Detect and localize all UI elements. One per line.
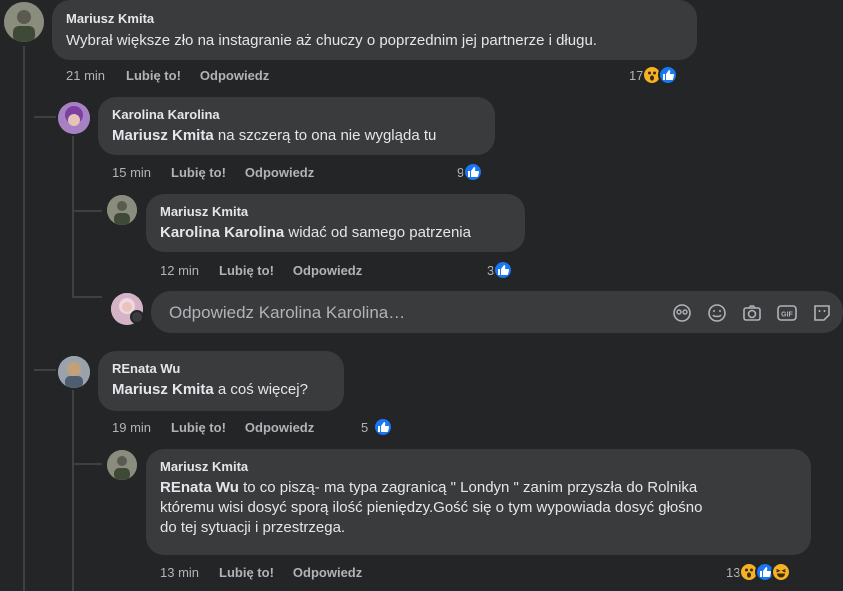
reply-button[interactable]: Odpowiedz — [245, 165, 314, 181]
comment-text: Karolina Karolina widać od samego patrze… — [160, 223, 511, 243]
reaction-summary[interactable]: 3 — [487, 260, 514, 280]
comment-text: REnata Wu to co piszą- ma typa zagranicą… — [160, 478, 797, 498]
thread-branch — [72, 463, 102, 465]
comment-actions: 13 min Lubię to! Odpowiedz — [160, 565, 362, 581]
comment-author[interactable]: REnata Wu — [112, 361, 330, 377]
comment-time[interactable]: 12 min — [160, 263, 199, 279]
avatar[interactable] — [107, 195, 137, 225]
svg-text:GIF: GIF — [781, 312, 793, 319]
like-button[interactable]: Lubię to! — [126, 68, 181, 84]
comment-text-body: na szczerą to ona nie wygląda tu — [213, 127, 437, 144]
thread-line-reply — [72, 390, 74, 591]
reaction-count: 5 — [361, 419, 369, 435]
comment-text-body: a coś więcej? — [213, 381, 308, 398]
mention-link[interactable]: Karolina Karolina — [160, 224, 284, 241]
reply-button[interactable]: Odpowiedz — [200, 68, 269, 84]
thread-branch — [34, 369, 56, 371]
avatar[interactable] — [58, 102, 90, 134]
mention-link[interactable]: Mariusz Kmita — [112, 381, 214, 398]
avatar[interactable] — [58, 356, 90, 388]
comment-bubble: Mariusz Kmita Karolina Karolina widać od… — [146, 194, 525, 252]
comment-actions: 21 min Lubię to! Odpowiedz — [66, 68, 269, 84]
comment-text: Mariusz Kmita a coś więcej? — [112, 380, 330, 400]
reaction-summary[interactable]: 13 — [726, 562, 792, 582]
like-button[interactable]: Lubię to! — [219, 263, 274, 279]
reply-button[interactable]: Odpowiedz — [293, 565, 362, 581]
like-icon — [463, 162, 484, 182]
thread-line-reply — [72, 136, 74, 298]
haha-icon — [771, 562, 792, 582]
reply-input[interactable] — [167, 291, 651, 335]
comment-author[interactable]: Mariusz Kmita — [160, 204, 511, 220]
like-icon — [373, 417, 394, 437]
mention-link[interactable]: Mariusz Kmita — [112, 127, 214, 144]
comment-actions: 15 min Lubię to! Odpowiedz — [112, 165, 314, 181]
comment-bubble: Mariusz Kmita REnata Wu to co piszą- ma … — [146, 449, 811, 555]
gif-icon[interactable]: GIF — [776, 302, 798, 324]
comment-time[interactable]: 21 min — [66, 68, 105, 84]
comment-time[interactable]: 15 min — [112, 165, 151, 181]
camera-icon[interactable] — [741, 302, 763, 324]
mention-link[interactable]: REnata Wu — [160, 479, 239, 496]
reply-button[interactable]: Odpowiedz — [293, 263, 362, 279]
comment-actions: 12 min Lubię to! Odpowiedz — [160, 263, 362, 279]
avatar[interactable] — [4, 2, 44, 42]
like-icon — [658, 65, 679, 85]
like-button[interactable]: Lubię to! — [171, 420, 226, 436]
comment-actions: 19 min Lubię to! Odpowiedz — [112, 420, 314, 436]
avatar-photo-icon — [107, 450, 137, 480]
reaction-count: 13 — [726, 564, 741, 580]
thread-branch — [34, 116, 56, 118]
avatar-photo-icon — [4, 2, 44, 42]
comment-text-line: to co piszą- ma typa zagranicą " Londyn … — [238, 479, 698, 496]
reply-composer: GIF — [151, 291, 843, 335]
reply-button[interactable]: Odpowiedz — [245, 420, 314, 436]
comment-text: Wybrał większe zło na instagranie aż chu… — [66, 32, 597, 49]
comment-bubble: REnata Wu Mariusz Kmita a coś więcej? — [98, 351, 344, 411]
comment-text-body: widać od samego patrzenia — [284, 224, 471, 241]
comment-time[interactable]: 13 min — [160, 565, 199, 581]
thread-branch — [72, 210, 102, 212]
comment-text-line: do tej sytuacji i przestrzega. — [160, 519, 346, 536]
comment-text-line: któremu wisi dosyć sporą ilość pieniędzy… — [160, 499, 703, 516]
comment-text: Mariusz Kmita na szczerą to ona nie wygl… — [112, 126, 481, 146]
reaction-summary[interactable]: 9 — [457, 162, 484, 182]
avatar[interactable] — [107, 450, 137, 480]
sticker-icon[interactable] — [811, 302, 833, 324]
comment-time[interactable]: 19 min — [112, 420, 151, 436]
like-button[interactable]: Lubię to! — [171, 165, 226, 181]
avatar-photo-icon — [58, 102, 90, 134]
reaction-summary[interactable]: 17 — [629, 65, 679, 85]
reaction-summary[interactable]: 5 — [361, 417, 394, 437]
thread-branch — [72, 296, 102, 298]
emoji-icon[interactable] — [706, 302, 728, 324]
comment-author[interactable]: Karolina Karolina — [112, 107, 481, 123]
thread-connector — [23, 100, 25, 117]
comment-author[interactable]: Mariusz Kmita — [66, 11, 683, 27]
dropdown-badge[interactable] — [130, 310, 144, 324]
comment-author[interactable]: Mariusz Kmita — [160, 459, 797, 475]
avatar-photo-icon — [58, 356, 90, 388]
avatar-photo-icon — [107, 195, 137, 225]
like-icon — [493, 260, 514, 280]
thread-line-main — [23, 46, 25, 591]
like-button[interactable]: Lubię to! — [219, 565, 274, 581]
reaction-count: 17 — [629, 67, 644, 83]
comment-bubble: Karolina Karolina Mariusz Kmita na szcze… — [98, 97, 495, 155]
avatar-sticker-icon[interactable] — [671, 302, 693, 324]
comment-bubble: Mariusz Kmita Wybrał większe zło na inst… — [52, 0, 697, 60]
